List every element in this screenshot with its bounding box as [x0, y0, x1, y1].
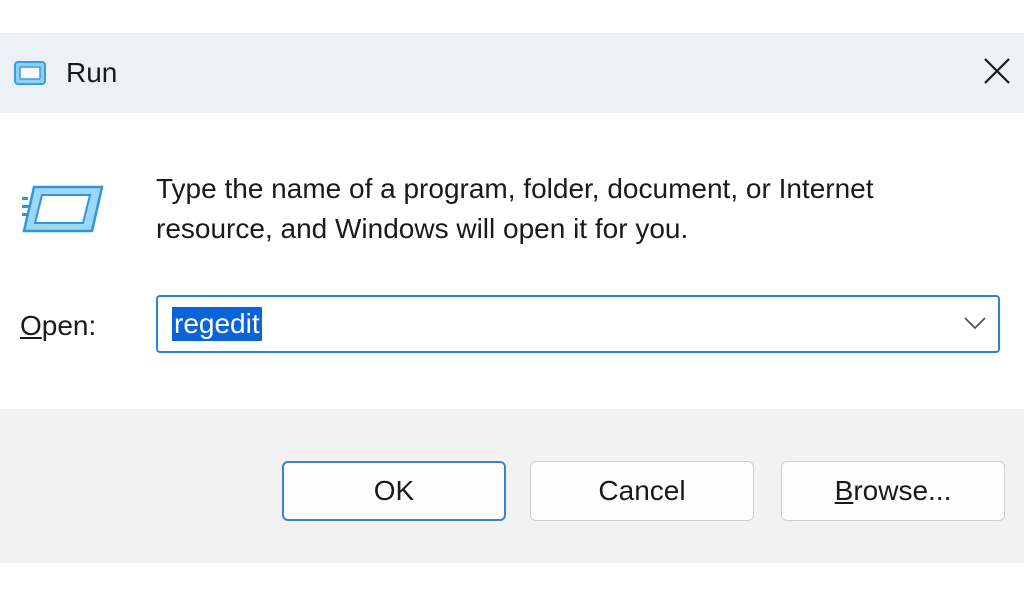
run-dialog: Run Type the name of a program, folder, … [0, 33, 1024, 563]
cancel-button[interactable]: Cancel [530, 461, 754, 521]
run-icon [12, 59, 48, 87]
cancel-button-label: Cancel [598, 475, 686, 506]
open-label-accelerator: O [20, 310, 42, 341]
description-text: Type the name of a program, folder, docu… [156, 169, 996, 249]
title-bar: Run [0, 33, 1024, 113]
browse-button-label: Browse... [835, 475, 952, 507]
description-line-2: resource, and Windows will open it for y… [156, 213, 689, 244]
browse-button[interactable]: Browse... [781, 461, 1005, 521]
dropdown-button[interactable] [960, 311, 990, 339]
close-button[interactable] [972, 49, 1022, 97]
run-program-icon [22, 183, 104, 235]
description-line-1: Type the name of a program, folder, docu… [156, 173, 874, 204]
open-label: Open: [20, 308, 96, 344]
open-label-text: pen: [41, 310, 97, 341]
button-bar: OK Cancel Browse... [0, 409, 1024, 563]
ok-button-label: OK [373, 475, 415, 506]
ok-button[interactable]: OK [282, 461, 506, 521]
open-combobox[interactable]: regedit [156, 295, 1000, 353]
dialog-content: Type the name of a program, folder, docu… [0, 113, 1024, 409]
open-input[interactable]: regedit [172, 307, 262, 341]
chevron-down-icon [963, 316, 987, 335]
browse-label-text: rowse... [853, 475, 952, 506]
browse-accelerator: B [834, 475, 854, 506]
window-title: Run [66, 57, 118, 88]
close-icon [982, 56, 1012, 91]
